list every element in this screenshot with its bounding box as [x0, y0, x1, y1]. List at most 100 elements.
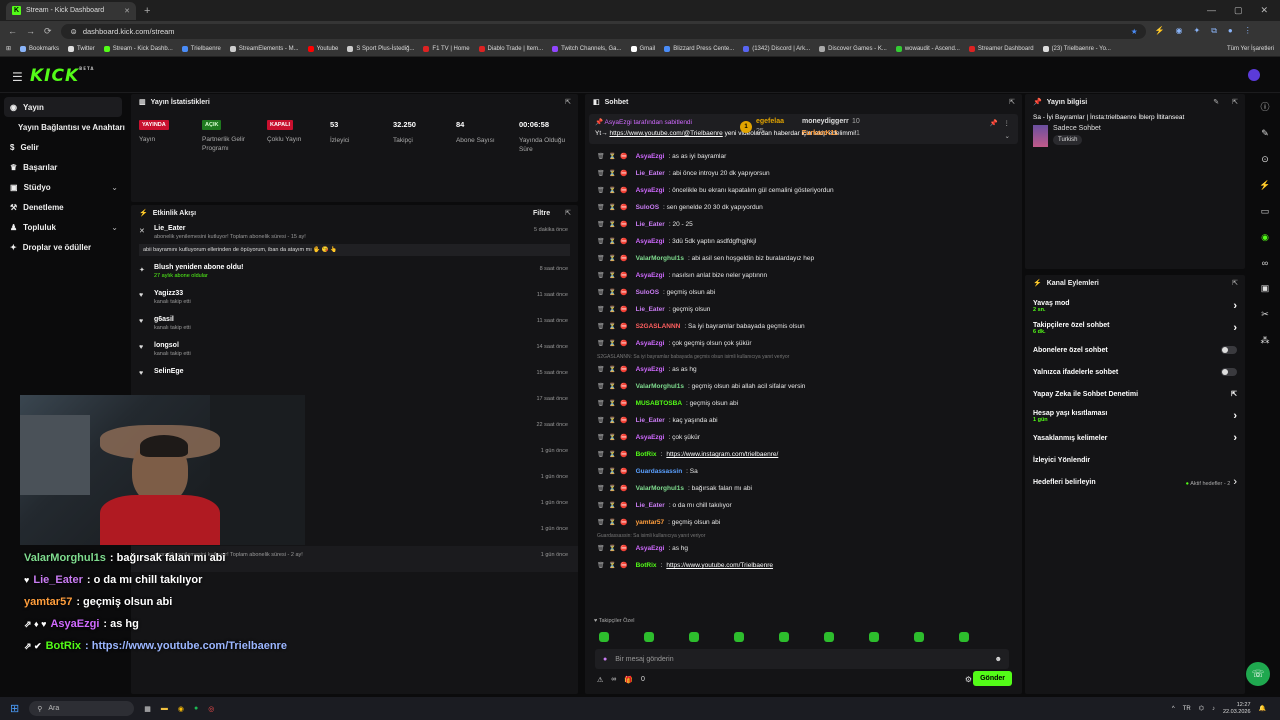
file-explorer-icon[interactable]: ▬	[161, 705, 168, 712]
mod-actions-icon[interactable]: 🗑⏳⛔	[597, 187, 632, 194]
chat-username[interactable]: SuloOS	[636, 204, 659, 211]
chrome-icon[interactable]: ◉	[178, 705, 184, 713]
unpin-icon[interactable]: 📌	[990, 119, 998, 127]
mod-actions-icon[interactable]: 🗑⏳⛔	[597, 519, 632, 526]
mod-actions-icon[interactable]: 🗑⏳⛔	[597, 417, 632, 424]
bookmark-item[interactable]: S Sport Plus-İstediğ...	[347, 45, 414, 52]
chat-username[interactable]: ValarMorghul1s	[636, 255, 684, 262]
chat-message[interactable]: 🗑⏳⛔ BotRix: https://www.youtube.com/Triel…	[585, 557, 1022, 574]
chat-input[interactable]: ● Bir mesaj gönderin ☻	[595, 649, 1009, 669]
extension-icon[interactable]: ✦	[1194, 26, 1201, 36]
share-icon[interactable]: ⁂	[1261, 335, 1270, 346]
emote-icon[interactable]	[869, 632, 879, 642]
chat-message[interactable]: 🗑⏳⛔ Lie_Eater: 20 - 25	[585, 216, 1022, 233]
apps-grid-icon[interactable]: ⊞	[6, 45, 11, 52]
chevron-down-icon[interactable]: ⌄	[1005, 132, 1010, 140]
chat-message[interactable]: 🗑⏳⛔ AsyaEzgi: as hg	[585, 540, 1022, 557]
chat-message[interactable]: 🗑⏳⛔ S2GASLANNN: Sa iyi bayramlar babayada…	[585, 318, 1022, 335]
chat-message[interactable]: 🗑⏳⛔ AsyaEzgi: nasılsın anlat bize neler y…	[585, 267, 1022, 284]
windows-start-icon[interactable]: ⊞	[10, 702, 19, 715]
close-window-icon[interactable]: ✕	[1260, 5, 1268, 16]
filter-button[interactable]: Filtre	[533, 210, 550, 217]
chat-message[interactable]: 🗑⏳⛔ ValarMorghul1s: abi asil sen hoşgeldi…	[585, 250, 1022, 267]
support-chat-button[interactable]: ☏	[1246, 662, 1270, 686]
popout-icon[interactable]: ⇱	[565, 98, 571, 106]
mod-actions-icon[interactable]: 🗑⏳⛔	[597, 221, 632, 228]
chat-username[interactable]: ValarMorghul1s	[636, 485, 684, 492]
chat-username[interactable]: AsyaEzgi	[636, 153, 665, 160]
popout-icon[interactable]: ⇱	[1232, 279, 1238, 287]
browser-tab[interactable]: K Stream - Kick Dashboard ✕	[6, 1, 136, 20]
mod-actions-icon[interactable]: 🗑⏳⛔	[597, 383, 632, 390]
chevron-right-icon[interactable]: ›	[1230, 476, 1237, 488]
toggle-switch[interactable]	[1221, 346, 1237, 354]
chat-message[interactable]: 🗑⏳⛔ AsyaEzgi: as as hg	[585, 361, 1022, 378]
taskbar-search[interactable]: ⚲ Ara	[29, 701, 135, 716]
edit-pencil-icon[interactable]: ✎	[1213, 98, 1219, 106]
tray-chevron-icon[interactable]: ^	[1172, 706, 1175, 712]
chat-username[interactable]: BotRix	[636, 562, 657, 569]
send-button[interactable]: Gönder	[973, 671, 1012, 686]
network-icon[interactable]: ⌬	[1199, 705, 1204, 712]
chevron-right-icon[interactable]: ›	[1233, 432, 1237, 444]
gift-icon[interactable]: 🎁	[624, 676, 633, 684]
emote-icon[interactable]	[779, 632, 789, 642]
bookmark-item[interactable]: Twitch Channels, Ga...	[552, 45, 622, 52]
mod-actions-icon[interactable]: 🗑⏳⛔	[597, 153, 632, 160]
top-user-3[interactable]: FurkanK11	[802, 130, 838, 137]
mod-actions-icon[interactable]: 🗑⏳⛔	[597, 545, 632, 552]
profile-icon[interactable]: ●	[1228, 26, 1233, 36]
forward-icon[interactable]: →	[26, 26, 35, 36]
camera-icon[interactable]: ⊙	[1261, 154, 1269, 165]
chat-username[interactable]: MUSABTOSBA	[636, 400, 682, 407]
mod-actions-icon[interactable]: 🗑⏳⛔	[597, 451, 632, 458]
clock[interactable]: 12:27 22.03.2026	[1223, 702, 1251, 716]
chat-message[interactable]: 🗑⏳⛔ Lie_Eater: o da mı chill takılıyor	[585, 497, 1022, 514]
minimize-icon[interactable]: —	[1207, 5, 1216, 16]
language-indicator[interactable]: TR	[1183, 706, 1191, 712]
menu-dots-icon[interactable]: ⋮	[1244, 26, 1252, 36]
emote-icon[interactable]	[959, 632, 969, 642]
chat-username[interactable]: Lie_Eater	[636, 306, 665, 313]
chat-message[interactable]: 🗑⏳⛔ AsyaEzgi: as as iyi bayramlar	[585, 148, 1022, 165]
chat-message[interactable]: 🗑⏳⛔ ValarMorghul1s: bağırsak falan mı abi	[585, 480, 1022, 497]
mod-actions-icon[interactable]: 🗑⏳⛔	[597, 468, 632, 475]
channel-action[interactable]: Yalnızca ifadelerle sohbet	[1025, 361, 1245, 383]
bookmark-star-icon[interactable]: ★	[1131, 27, 1138, 36]
channel-action[interactable]: Hedefleri belirleyin ● Aktif hedefler - 2…	[1025, 471, 1245, 493]
emote-icon[interactable]	[914, 632, 924, 642]
mod-actions-icon[interactable]: 🗑⏳⛔	[597, 255, 632, 262]
bookmark-item[interactable]: (1342) Discord | Ark...	[743, 45, 810, 52]
mod-actions-icon[interactable]: 🗑⏳⛔	[597, 323, 632, 330]
bookmark-item[interactable]: Youtube	[307, 45, 338, 52]
extension-icon[interactable]: ⚡	[1155, 26, 1165, 36]
category-thumbnail[interactable]	[1033, 125, 1048, 147]
address-bar[interactable]: ⊜ dashboard.kick.com/stream ★	[60, 23, 1146, 39]
chat-username[interactable]: ValarMorghul1s	[636, 383, 684, 390]
link-icon[interactable]: ∞	[1262, 258, 1268, 268]
emote-icon[interactable]	[734, 632, 744, 642]
sidebar-item[interactable]: ◉ Yayın	[4, 97, 122, 117]
chat-link[interactable]: https://www.youtube.com/Trielbaenre	[666, 562, 773, 569]
chat-username[interactable]: AsyaEzgi	[636, 545, 665, 552]
chat-username[interactable]: AsyaEzgi	[636, 187, 665, 194]
mod-actions-icon[interactable]: 🗑⏳⛔	[597, 204, 632, 211]
sidebar-item[interactable]: ✦ Droplar ve ödüller	[0, 237, 128, 257]
maximize-icon[interactable]: ▢	[1234, 5, 1243, 16]
chat-username[interactable]: AsyaEzgi	[636, 340, 665, 347]
sidebar-item[interactable]: $ Gelir	[0, 137, 128, 157]
emote-icon[interactable]	[689, 632, 699, 642]
chat-username[interactable]: S2GASLANNN	[636, 323, 681, 330]
popout-icon[interactable]: ⇱	[1232, 98, 1238, 106]
chat-message[interactable]: 🗑⏳⛔ yamtar57: geçmiş olsun abi	[585, 514, 1022, 531]
chevron-down-icon[interactable]: ⌄	[111, 223, 118, 232]
top-user-2[interactable]: moneydiggerr	[802, 118, 849, 125]
volume-icon[interactable]: ♪	[1212, 706, 1215, 712]
chat-username[interactable]: yamtar57	[636, 519, 665, 526]
bookmark-item[interactable]: Diablo Trade | Item...	[478, 45, 543, 52]
mod-actions-icon[interactable]: 🗑⏳⛔	[597, 562, 632, 569]
bookmark-item[interactable]: Stream - Kick Dashb...	[103, 45, 173, 52]
chat-username[interactable]: Guardassassin	[636, 468, 683, 475]
mod-actions-icon[interactable]: 🗑⏳⛔	[597, 502, 632, 509]
chat-username[interactable]: SuloOS	[636, 289, 659, 296]
